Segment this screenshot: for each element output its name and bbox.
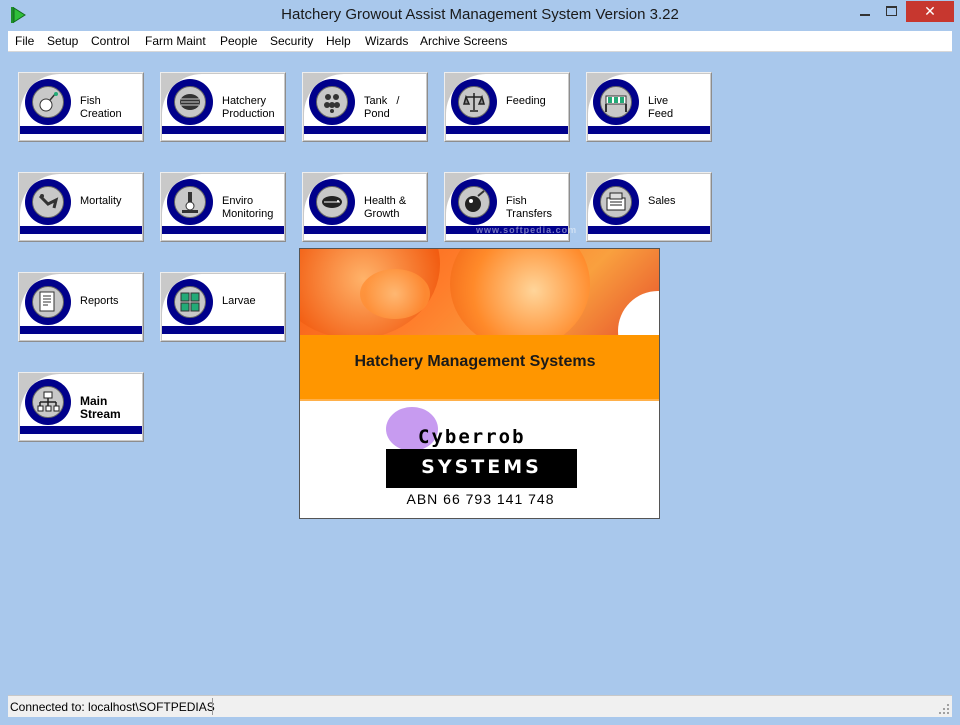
larvae-button[interactable]: Larvae — [160, 272, 286, 342]
cash-register-icon — [600, 186, 632, 218]
minimize-button[interactable] — [852, 1, 878, 22]
main-stream-button[interactable]: Main Stream — [18, 372, 144, 442]
menu-wizards[interactable]: Wizards — [365, 34, 408, 48]
sales-button[interactable]: Sales — [586, 172, 712, 242]
button-label: Enviro Monitoring — [222, 195, 274, 220]
button-label: Fish Transfers — [506, 195, 553, 220]
divider — [300, 399, 659, 401]
systems-label: SYSTEMS — [421, 456, 542, 478]
button-stripe — [162, 326, 284, 334]
menu-security[interactable]: Security — [270, 34, 313, 48]
org-chart-icon — [32, 386, 64, 418]
button-stripe — [446, 126, 568, 134]
scales-icon — [458, 86, 490, 118]
button-label: Mortality — [80, 195, 122, 207]
live-feed-button[interactable]: Live Feed — [586, 72, 712, 142]
maximize-button[interactable] — [879, 1, 905, 22]
larvae-icon — [174, 286, 206, 318]
title-bar: Hatchery Growout Assist Management Syste… — [0, 0, 960, 31]
button-stripe — [20, 326, 142, 334]
menu-bar: File Setup Control Farm Maint People Sec… — [8, 31, 952, 52]
reports-button[interactable]: Reports — [18, 272, 144, 342]
fish-creation-button[interactable]: Fish Creation — [18, 72, 144, 142]
splash-panel: Hatchery Management Systems Cyberrob SYS… — [299, 248, 660, 519]
fish-health-icon — [316, 186, 348, 218]
live-feed-icon — [600, 86, 632, 118]
menu-farm-maint[interactable]: Farm Maint — [145, 34, 206, 48]
status-bar: Connected to: localhost\SOFTPEDIAS — [8, 695, 952, 717]
microscope-icon — [174, 186, 206, 218]
button-label: Feeding — [506, 95, 546, 107]
health-growth-button[interactable]: Health & Growth — [302, 172, 428, 242]
menu-control[interactable]: Control — [91, 34, 130, 48]
divider — [212, 698, 213, 715]
button-stripe — [162, 126, 284, 134]
fish-creation-icon — [32, 86, 64, 118]
tank-pond-button[interactable]: Tank / Pond — [302, 72, 428, 142]
button-label: Sales — [648, 195, 676, 207]
button-stripe — [588, 226, 710, 234]
minimize-icon — [860, 14, 870, 16]
button-stripe — [20, 126, 142, 134]
bubble-shape — [360, 269, 430, 319]
feeding-button[interactable]: Feeding — [444, 72, 570, 142]
menu-help[interactable]: Help — [326, 34, 351, 48]
tank-pond-icon — [316, 86, 348, 118]
button-stripe — [588, 126, 710, 134]
mortality-button[interactable]: Mortality — [18, 172, 144, 242]
button-stripe — [304, 126, 426, 134]
splash-title: Hatchery Management Systems — [354, 353, 596, 370]
button-label: Hatchery Production — [222, 95, 275, 120]
systems-logo-box: SYSTEMS — [386, 449, 577, 488]
enviro-monitoring-button[interactable]: Enviro Monitoring — [160, 172, 286, 242]
window-title: Hatchery Growout Assist Management Syste… — [281, 6, 679, 23]
maximize-icon — [886, 6, 897, 16]
button-label: Tank / Pond — [364, 95, 400, 120]
splash-banner-image — [300, 249, 659, 349]
close-button[interactable]: ✕ — [906, 1, 954, 22]
hatchery-production-icon — [174, 86, 206, 118]
button-label: Health & Growth — [364, 195, 407, 220]
menu-people[interactable]: People — [220, 34, 257, 48]
mortality-icon — [32, 186, 64, 218]
button-stripe — [20, 226, 142, 234]
button-label: Fish Creation — [80, 95, 122, 120]
button-label: Main Stream — [80, 394, 121, 421]
resize-grip-icon[interactable] — [938, 703, 950, 715]
company-name: Cyberrob — [418, 426, 526, 448]
menu-file[interactable]: File — [15, 34, 34, 48]
button-label: Reports — [80, 295, 119, 307]
button-stripe — [20, 426, 142, 434]
connection-status: Connected to: localhost\SOFTPEDIAS — [10, 700, 215, 714]
button-label: Live Feed — [648, 95, 674, 120]
close-icon: ✕ — [924, 3, 936, 19]
button-stripe — [162, 226, 284, 234]
menu-archive-screens[interactable]: Archive Screens — [420, 34, 507, 48]
abn-number: ABN 66 793 141 748 — [406, 491, 555, 507]
button-stripe — [304, 226, 426, 234]
fish-transfer-icon — [458, 186, 490, 218]
hatchery-production-button[interactable]: Hatchery Production — [160, 72, 286, 142]
button-label: Larvae — [222, 295, 256, 307]
bubble-shape — [450, 249, 590, 349]
report-icon — [32, 286, 64, 318]
menu-setup[interactable]: Setup — [47, 34, 78, 48]
watermark: www.softpedia.com — [476, 225, 578, 235]
